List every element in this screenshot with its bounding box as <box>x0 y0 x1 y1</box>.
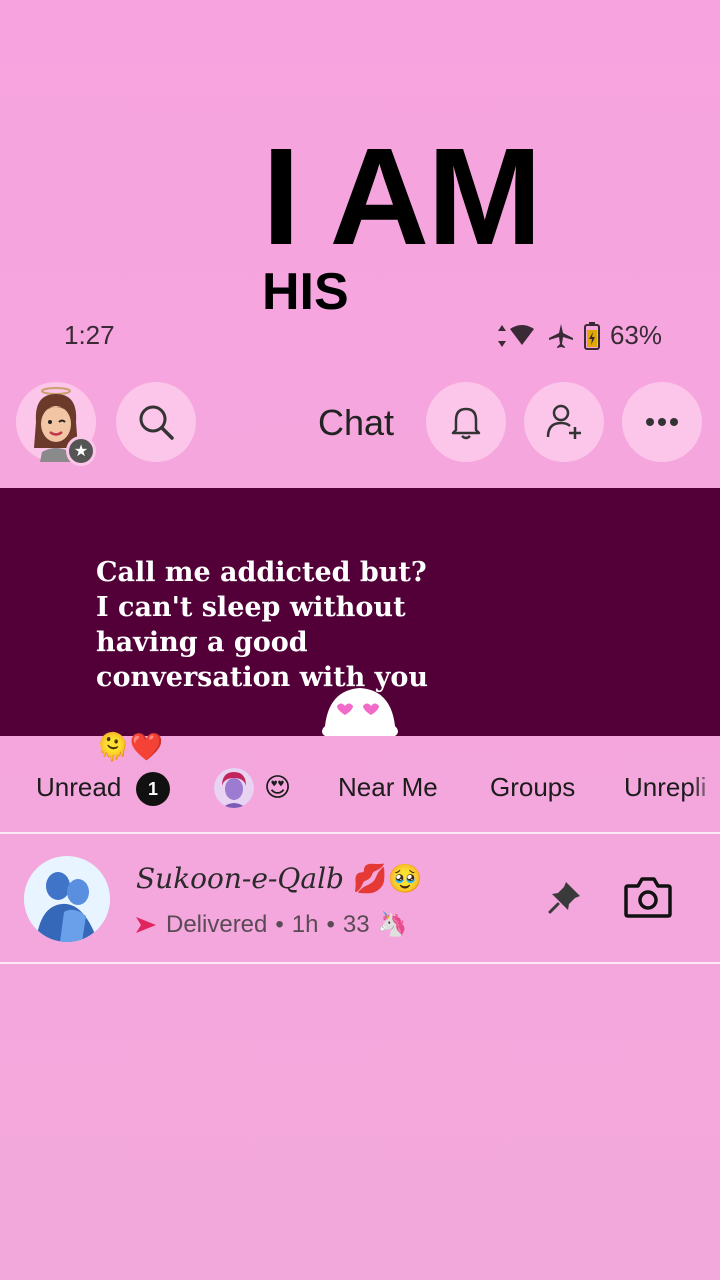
tab-bestfriend-avatar[interactable] <box>214 768 254 808</box>
battery-icon <box>583 321 600 350</box>
status-time: 1:27 <box>64 320 115 350</box>
camera-icon[interactable] <box>624 876 672 918</box>
tab-emoji[interactable]: 😍 <box>264 772 291 803</box>
wifi-icon <box>497 324 534 347</box>
page-title: Chat <box>318 402 395 443</box>
add-friend-icon <box>546 404 581 439</box>
more-button[interactable] <box>622 382 702 462</box>
airplane-icon <box>548 323 573 348</box>
notifications-button[interactable] <box>426 382 506 462</box>
streak-count: 33 <box>342 910 370 938</box>
quote-text: Call me addicted but? I can't sleep with… <box>96 520 476 765</box>
delivered-arrow-icon <box>136 916 156 933</box>
divider <box>0 962 720 964</box>
battery-percent: 63% <box>609 320 662 350</box>
search-icon <box>139 405 174 440</box>
meta-separator: • <box>275 910 284 938</box>
overlay-caption-large: I AM <box>262 120 542 274</box>
chat-name-emoji: 💋🥹 <box>352 862 423 895</box>
status-icons: 63% <box>494 320 662 351</box>
add-friend-button[interactable] <box>524 382 604 462</box>
chat-name: Sukoon-e-Qalb 💋🥹 <box>136 862 423 895</box>
search-button[interactable] <box>116 382 196 462</box>
chat-name-text: Sukoon-e-Qalb <box>136 862 344 895</box>
pin-icon <box>548 882 580 914</box>
tab-near-me[interactable]: Near Me <box>338 772 438 803</box>
overlay-caption-small: HIS <box>262 263 349 321</box>
ghost-icon <box>322 688 398 736</box>
chat-status: Delivered <box>166 910 268 938</box>
quote-emoji: 🫠❤️ <box>96 732 164 763</box>
more-icon <box>646 418 678 426</box>
unread-count-badge: 1 <box>136 772 170 806</box>
divider <box>0 832 720 834</box>
bell-icon <box>451 407 481 440</box>
meta-separator: • <box>326 910 335 938</box>
chat-time: 1h <box>291 910 319 938</box>
chat-list-item[interactable] <box>0 836 720 962</box>
tab-unread[interactable]: Unread <box>36 772 121 803</box>
tab-groups[interactable]: Groups <box>490 772 575 803</box>
avatar-star-badge: ★ <box>66 436 96 466</box>
tab-unreplied[interactable]: Unrepli <box>624 772 720 803</box>
streak-emoji: 🦄 <box>377 911 408 938</box>
quote-body: Call me addicted but? I can't sleep with… <box>96 557 428 693</box>
chat-avatar <box>24 856 110 942</box>
chat-meta: Delivered • 1h • 33 🦄 <box>134 910 408 939</box>
